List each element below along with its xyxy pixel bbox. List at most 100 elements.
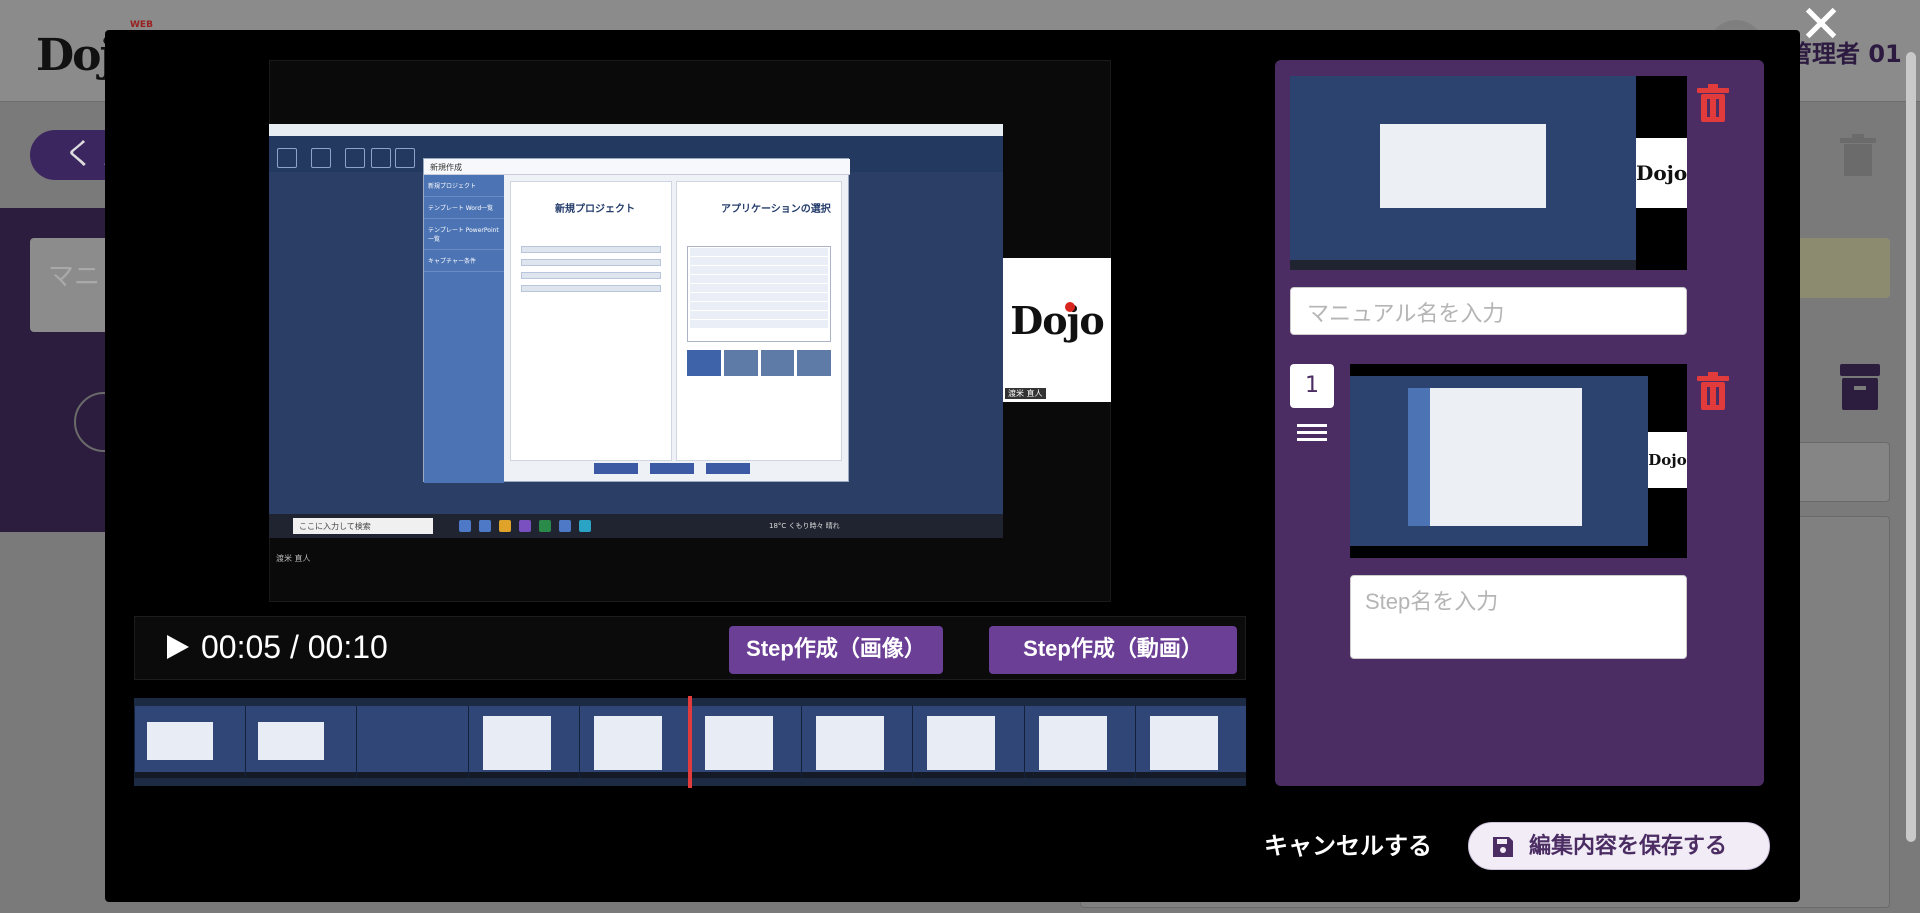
timeline-frame-window [258,722,325,760]
timeline-frame[interactable] [801,706,914,778]
drag-handle-icon[interactable] [1297,422,1327,444]
captured-taskbar-icon [479,520,491,532]
step-number: 1 [1290,364,1334,408]
captured-pane-title: 新規プロジェクト [555,204,635,215]
captured-pane-app: アプリケーションの選択 [676,181,842,461]
timeline-frame-window [816,716,885,770]
save-edits-button[interactable]: 編集内容を保存する [1468,822,1770,870]
dojo-logo: Dojo [1010,298,1104,343]
captured-app-list [687,246,831,342]
captured-titlebar [269,124,1003,136]
time-current: 00:05 [201,629,282,665]
captured-menu-item: 新規プロジェクト [424,175,504,197]
timeline-frame[interactable] [690,706,802,778]
dojo-logo-dot [1065,302,1075,312]
step-thumbnail[interactable]: Dojo [1350,364,1687,558]
captured-taskbar-icon [499,520,511,532]
timeline-frame-taskbar [802,772,914,778]
background-trash-icon [1840,134,1876,176]
background-panel [1790,238,1890,298]
captured-menu-item: テンプレート PowerPoint一覧 [424,219,504,250]
timeline-frame[interactable] [134,706,246,778]
timeline-frame-window [147,722,213,760]
captured-taskbar-icon [579,520,591,532]
timeline-frame-window [927,716,996,770]
captured-ribbon-icon [345,148,365,168]
timeline-frame-window [1149,716,1218,770]
background-card-hint: マニ [48,262,101,292]
manual-thumbnail-window [1380,124,1546,208]
captured-taskbar-icon [459,520,471,532]
webcam-caption: 渡米 直人 [1005,388,1046,399]
time-separator: / [289,629,299,665]
save-edits-label: 編集内容を保存する [1529,833,1728,858]
webcam-overlay: Dojo 渡米 直人 [1003,258,1111,402]
timeline-frame[interactable] [467,706,580,778]
close-icon[interactable]: ✕ [1796,0,1846,51]
step-name-input[interactable]: Step名を入力 [1350,575,1687,659]
captured-dialog: 新規作成 新規プロジェクト テンプレート Word一覧 テンプレート Power… [423,158,850,483]
captured-taskbar-icon [559,520,571,532]
captured-pane-project: 新規プロジェクト [510,181,672,461]
timeline-frame-window [705,716,773,770]
time-total: 00:10 [307,629,388,665]
timeline-frame-taskbar [691,772,802,778]
manual-thumbnail-screen [1290,76,1636,270]
timeline-frame[interactable] [1134,706,1246,778]
captured-field [521,246,661,253]
captured-ribbon-icon [371,148,391,168]
player-controls: 00:05 / 00:10 Step作成（画像） Step作成（動画） [134,616,1246,680]
captured-taskbar-icon [519,520,531,532]
play-icon[interactable] [165,633,191,661]
step-thumbnail-screen [1350,376,1648,546]
captured-ribbon-icon [395,148,415,168]
frame-caption: 渡米 直人 [276,554,311,563]
timeline-frame-taskbar [135,772,246,778]
captured-field [521,285,661,292]
step-create-video-button[interactable]: Step作成（動画） [989,626,1237,674]
timeline-frame-taskbar [246,772,358,778]
timeline-frame[interactable] [245,706,358,778]
save-icon [1493,837,1513,857]
manual-thumbnail[interactable]: Dojo [1290,76,1687,270]
captured-taskbar-icon [539,520,551,532]
timeline-frame-taskbar [1135,772,1246,778]
captured-taskbar-search: ここに入力して検索 [293,518,433,534]
captured-dialog-title: 新規作成 [424,159,850,175]
captured-ribbon-icon [311,148,331,168]
timeline-frame-taskbar [468,772,580,778]
app-logo-badge: WEB [130,20,153,30]
captured-menu-item: キャプチャー条件 [424,250,504,272]
captured-dialog-buttons [594,463,750,474]
timeline-frame[interactable] [356,706,469,778]
manual-thumbnail-logo: Dojo [1636,138,1687,208]
timeline-frame-taskbar [579,772,691,778]
time-display: 00:05 / 00:10 [201,629,388,666]
step-create-image-button[interactable]: Step作成（画像） [729,626,943,674]
delete-manual-trash-icon[interactable] [1696,84,1730,124]
cancel-button[interactable]: キャンセルする [1264,826,1432,861]
page-scrollbar[interactable] [1906,52,1916,842]
timeline-frame-taskbar [357,772,469,778]
timeline-frame-taskbar [1024,772,1136,778]
delete-step-trash-icon[interactable] [1696,372,1730,412]
captured-dialog-menu: 新規プロジェクト テンプレート Word一覧 テンプレート PowerPoint… [424,175,504,483]
timeline-frame-window [482,716,551,770]
captured-menu-item: テンプレート Word一覧 [424,197,504,219]
timeline-frame-window [593,716,662,770]
background-archive-icon [1840,364,1880,410]
captured-tray-text: 18°C くもり時々 晴れ [769,522,840,530]
captured-pane-title: アプリケーションの選択 [721,204,831,215]
step-thumbnail-window [1408,388,1582,526]
step-thumbnail-logo: Dojo [1648,432,1687,488]
timeline-frame[interactable] [912,706,1025,778]
manual-name-input[interactable]: マニュアル名を入力 [1290,287,1687,335]
timeline-frame[interactable] [578,706,691,778]
timeline-frame[interactable] [1023,706,1136,778]
manual-thumbnail-taskbar [1290,260,1636,270]
background-field [1790,442,1890,502]
captured-ribbon-icon [277,148,297,168]
timeline-frame-taskbar [913,772,1025,778]
captured-app-tiles [687,350,831,376]
timeline-playhead[interactable] [688,696,692,788]
